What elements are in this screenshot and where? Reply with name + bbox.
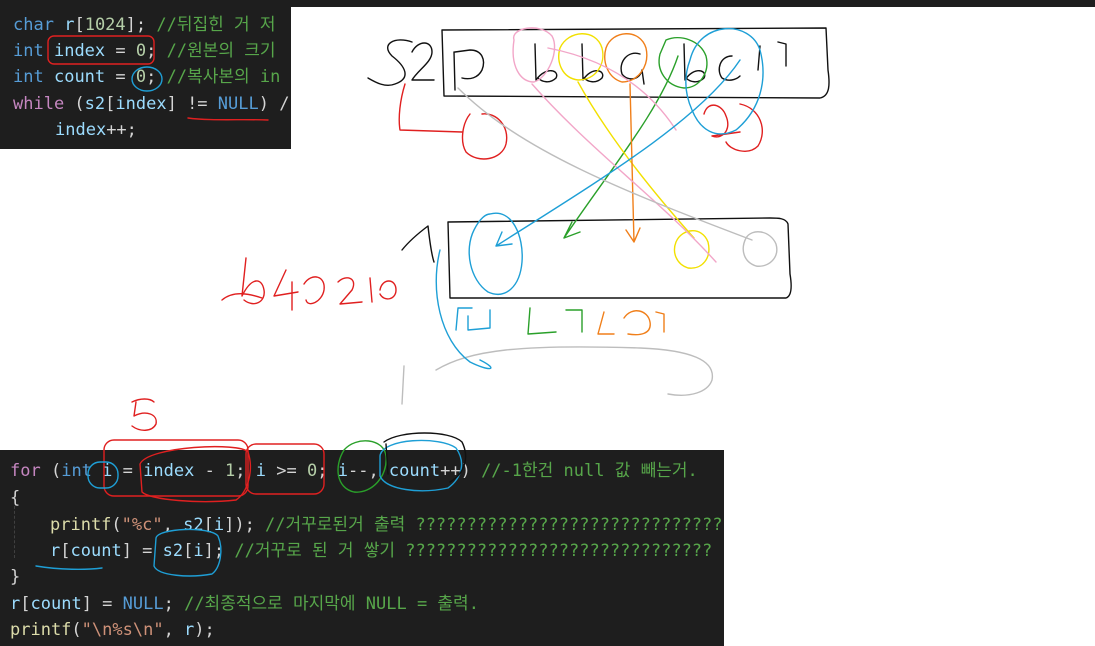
- pink-annotations: [512, 27, 717, 263]
- red-annotations: [103, 83, 763, 503]
- blue-circle-count-zero: [131, 66, 163, 92]
- green-annotations: [337, 37, 708, 493]
- sketch-r-array: [401, 217, 792, 299]
- handwritten-annotations: [35, 27, 830, 577]
- red-circles-top-code: [47, 35, 269, 121]
